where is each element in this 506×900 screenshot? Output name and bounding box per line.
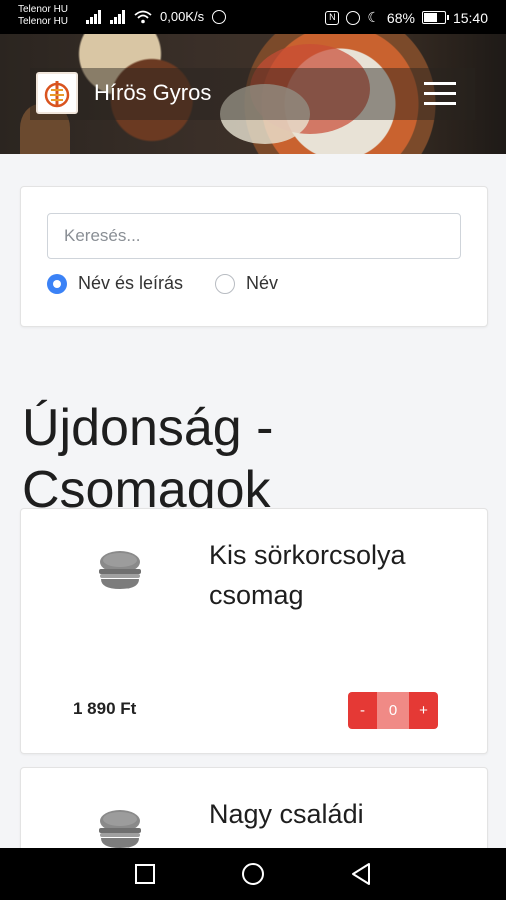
category-title: Újdonság - Csomagok — [22, 398, 274, 519]
product-card[interactable]: Kis sörkorcsolya csomag 1 890 Ft - 0 + — [20, 508, 488, 754]
messenger-icon — [212, 9, 227, 24]
brand-title[interactable]: Hírös Gyros — [94, 80, 211, 106]
decrease-quantity-button[interactable]: - — [348, 692, 377, 729]
status-right-icons: N ☾ 68% 15:40 — [325, 9, 488, 26]
radio-label-name-and-description[interactable]: Név és leírás — [78, 273, 183, 294]
burger-icon — [99, 810, 141, 848]
status-left-icons: 0,00K/s — [86, 9, 227, 24]
product-name[interactable]: Kis sörkorcsolya csomag — [209, 535, 459, 615]
menu-icon[interactable] — [424, 80, 456, 108]
wifi-icon — [134, 10, 152, 23]
carrier-1: Telenor HU — [18, 4, 69, 15]
nfc-icon: N — [325, 10, 340, 25]
circle-icon[interactable] — [241, 862, 265, 886]
triangle-back-icon[interactable] — [349, 862, 373, 886]
signal-icon-2 — [110, 9, 126, 24]
increase-quantity-button[interactable]: + — [409, 692, 438, 729]
alarm-icon — [346, 10, 361, 25]
radio-name-and-description[interactable] — [47, 273, 67, 294]
network-speed: 0,00K/s — [160, 9, 205, 24]
system-navigation-bar — [0, 848, 506, 900]
square-icon[interactable] — [133, 862, 157, 886]
burger-icon — [99, 551, 141, 589]
search-mode-options: Név és leírás Név — [47, 273, 310, 294]
carrier-names: Telenor HU Telenor HU — [18, 4, 68, 28]
brand-logo[interactable] — [36, 72, 78, 114]
quantity-value[interactable]: 0 — [377, 692, 409, 729]
battery-percent: 68% — [386, 9, 415, 26]
gyros-logo-icon — [44, 81, 70, 108]
battery-icon — [421, 11, 449, 24]
quantity-stepper: - 0 + — [348, 692, 438, 729]
search-input[interactable] — [47, 213, 461, 259]
status-bar: Telenor HU Telenor HU 0,00K/s N ☾ 68% 15… — [0, 0, 506, 34]
radio-name[interactable] — [215, 273, 236, 294]
signal-icon — [86, 9, 102, 24]
moon-icon: ☾ — [367, 9, 380, 25]
radio-label-name[interactable]: Név — [246, 273, 278, 294]
carrier-2: Telenor HU — [18, 16, 69, 27]
clock: 15:40 — [452, 9, 488, 26]
product-price: 1 890 Ft — [73, 699, 137, 718]
search-card: Név és leírás Név — [20, 186, 488, 327]
